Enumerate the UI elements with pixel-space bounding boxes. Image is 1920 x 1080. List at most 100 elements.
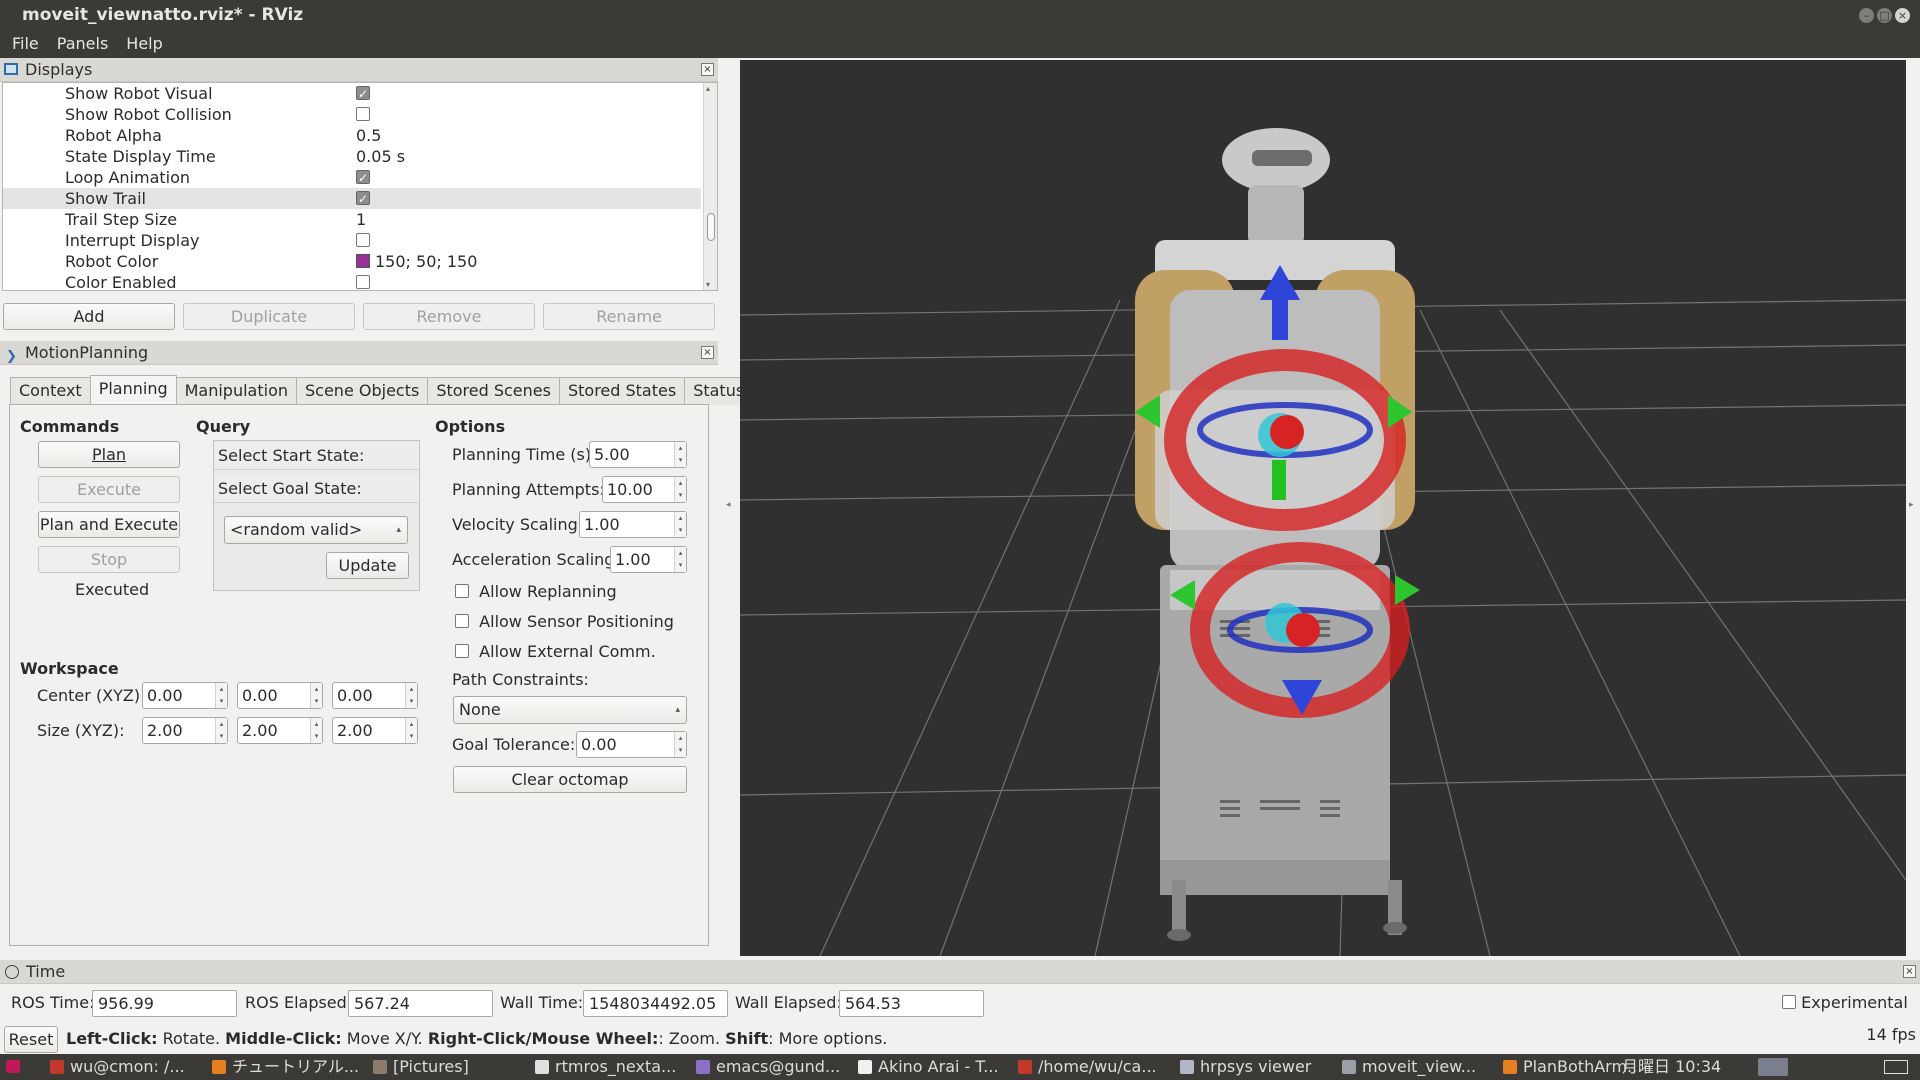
tab-planning[interactable]: Planning xyxy=(89,375,177,405)
spin-arrows-icon[interactable]: ▴ ▾ xyxy=(310,718,322,743)
displays-tree[interactable]: Show Robot VisualShow Robot CollisionRob… xyxy=(2,82,718,291)
taskbar-item[interactable]: Akino Arai - T... xyxy=(858,1054,1008,1080)
remove-button[interactable]: Remove xyxy=(363,303,535,330)
update-button[interactable]: Update xyxy=(326,552,409,579)
menu-file[interactable]: File xyxy=(12,30,48,58)
tab-context[interactable]: Context xyxy=(10,377,91,405)
checkbox-icon[interactable] xyxy=(455,643,469,658)
spin-arrows-icon[interactable]: ▴ ▾ xyxy=(215,718,227,743)
add-button[interactable]: Add xyxy=(3,303,175,330)
close-window-icon[interactable]: × xyxy=(1895,8,1910,23)
display-property-row[interactable]: State Display Time 0.05 s xyxy=(3,146,701,167)
display-property-row[interactable]: Robot Color 150; 50; 150 xyxy=(3,251,701,272)
stop-button[interactable]: Stop xyxy=(38,546,180,573)
checkbox-icon[interactable] xyxy=(455,613,469,628)
goal-state-combo[interactable]: <random valid> ▴ xyxy=(224,516,408,544)
color-swatch[interactable] xyxy=(356,253,370,268)
display-property-row[interactable]: Loop Animation xyxy=(3,167,701,189)
select-goal-state[interactable]: Select Goal State: xyxy=(214,475,419,503)
maximize-icon[interactable]: □ xyxy=(1877,8,1892,23)
select-start-state[interactable]: Select Start State: xyxy=(214,442,419,470)
spin-arrows-icon[interactable]: ▴ ▾ xyxy=(405,718,417,743)
velocity-scaling-spinbox[interactable]: 1.00 ▴ ▾ xyxy=(579,511,687,538)
planning-time-spinbox[interactable]: 5.00 ▴ ▾ xyxy=(589,441,687,468)
allow-external-comm-checkbox[interactable]: Allow External Comm. xyxy=(455,642,656,661)
property-value[interactable]: 1 xyxy=(356,209,366,230)
checkbox-icon[interactable] xyxy=(356,232,370,247)
tab-stored-states[interactable]: Stored States xyxy=(558,377,686,405)
spin-arrows-icon[interactable]: ▴ ▾ xyxy=(674,442,686,467)
close-icon[interactable]: × xyxy=(701,63,714,76)
display-property-row[interactable]: Trail Step Size 1 xyxy=(3,209,701,230)
center-x-spinbox[interactable]: 0.00 ▴ ▾ xyxy=(142,682,228,709)
checkbox-icon[interactable] xyxy=(356,274,370,289)
display-property-row[interactable]: Show Robot Collision xyxy=(3,104,701,125)
allow-sensor-positioning-checkbox[interactable]: Allow Sensor Positioning xyxy=(455,612,674,631)
tab-stored-scenes[interactable]: Stored Scenes xyxy=(427,377,560,405)
spin-arrows-icon[interactable]: ▴ ▾ xyxy=(310,683,322,708)
display-property-row[interactable]: Robot Alpha 0.5 xyxy=(3,125,701,146)
display-property-row[interactable]: Interrupt Display xyxy=(3,230,701,251)
spin-arrows-icon[interactable]: ▴ ▾ xyxy=(674,477,686,502)
rename-button[interactable]: Rename xyxy=(543,303,715,330)
scroll-up-icon[interactable]: ▴ xyxy=(706,84,710,93)
taskbar-item[interactable]: wu@cmon: /... xyxy=(50,1054,200,1080)
property-value[interactable]: 150; 50; 150 xyxy=(356,251,477,272)
property-value[interactable] xyxy=(356,104,370,125)
checkbox-icon[interactable] xyxy=(455,583,469,598)
goal-tolerance-spinbox[interactable]: 0.00 ▴ ▾ xyxy=(576,731,687,758)
ros-elapsed-field[interactable]: 567.24 xyxy=(348,990,493,1017)
tray-rviz-icon[interactable] xyxy=(1758,1058,1788,1076)
execute-button[interactable]: Execute xyxy=(38,476,180,503)
clear-octomap-button[interactable]: Clear octomap xyxy=(453,766,687,793)
property-value[interactable]: 0.05 s xyxy=(356,146,405,167)
render-viewport[interactable] xyxy=(740,60,1906,956)
close-icon[interactable]: × xyxy=(1903,965,1916,978)
center-y-spinbox[interactable]: 0.00 ▴ ▾ xyxy=(237,682,323,709)
taskbar-item[interactable]: [Pictures] xyxy=(373,1054,523,1080)
checkbox-icon[interactable] xyxy=(356,189,370,210)
taskbar-item[interactable]: hrpsys viewer xyxy=(1180,1054,1330,1080)
wall-elapsed-field[interactable]: 564.53 xyxy=(839,990,984,1017)
plan-and-execute-button[interactable]: Plan and Execute xyxy=(38,511,180,538)
property-value[interactable]: 0.5 xyxy=(356,125,381,146)
taskbar-item[interactable]: moveit_view... xyxy=(1342,1054,1492,1080)
spin-arrows-icon[interactable]: ▴ ▾ xyxy=(674,547,686,572)
show-desktop-icon[interactable] xyxy=(1884,1060,1908,1074)
path-constraints-combo[interactable]: None ▴ xyxy=(453,696,687,724)
duplicate-button[interactable]: Duplicate xyxy=(183,303,355,330)
property-value[interactable] xyxy=(356,188,370,210)
checkbox-icon[interactable] xyxy=(356,168,370,189)
center-z-spinbox[interactable]: 0.00 ▴ ▾ xyxy=(332,682,418,709)
taskbar-item[interactable]: /home/wu/ca... xyxy=(1018,1054,1168,1080)
taskbar-item[interactable]: emacs@gund... xyxy=(696,1054,846,1080)
menu-help[interactable]: Help xyxy=(117,30,171,58)
display-property-row[interactable]: Show Trail xyxy=(3,188,701,210)
tab-scene-objects[interactable]: Scene Objects xyxy=(296,377,429,405)
acceleration-scaling-spinbox[interactable]: 1.00 ▴ ▾ xyxy=(610,546,687,573)
checkbox-icon[interactable] xyxy=(356,106,370,121)
scrollbar-thumb[interactable] xyxy=(707,213,715,241)
size-y-spinbox[interactable]: 2.00 ▴ ▾ xyxy=(237,717,323,744)
size-z-spinbox[interactable]: 2.00 ▴ ▾ xyxy=(332,717,418,744)
reset-button[interactable]: Reset xyxy=(4,1026,58,1053)
robot-scene[interactable] xyxy=(740,60,1906,956)
splitter-right-arrow-icon[interactable]: ▸ xyxy=(1909,500,1914,510)
tab-manipulation[interactable]: Manipulation xyxy=(175,377,297,405)
checkbox-icon[interactable] xyxy=(1782,994,1796,1009)
property-value[interactable] xyxy=(356,83,370,105)
property-value[interactable] xyxy=(356,272,370,290)
taskbar-item[interactable]: rtmros_nexta... xyxy=(535,1054,685,1080)
display-property-row[interactable]: Color Enabled xyxy=(3,272,701,290)
property-value[interactable] xyxy=(356,167,370,189)
planning-attempts-spinbox[interactable]: 10.00 ▴ ▾ xyxy=(602,476,687,503)
experimental-checkbox[interactable]: Experimental xyxy=(1782,993,1908,1012)
ros-time-field[interactable]: 956.99 xyxy=(92,990,237,1017)
splitter-left-arrow-icon[interactable]: ◂ xyxy=(726,500,731,510)
spin-arrows-icon[interactable]: ▴ ▾ xyxy=(405,683,417,708)
property-value[interactable] xyxy=(356,230,370,251)
menu-panels[interactable]: Panels xyxy=(48,30,118,58)
spin-arrows-icon[interactable]: ▴ ▾ xyxy=(674,512,686,537)
start-menu-icon[interactable] xyxy=(6,1060,20,1073)
allow-replanning-checkbox[interactable]: Allow Replanning xyxy=(455,582,617,601)
